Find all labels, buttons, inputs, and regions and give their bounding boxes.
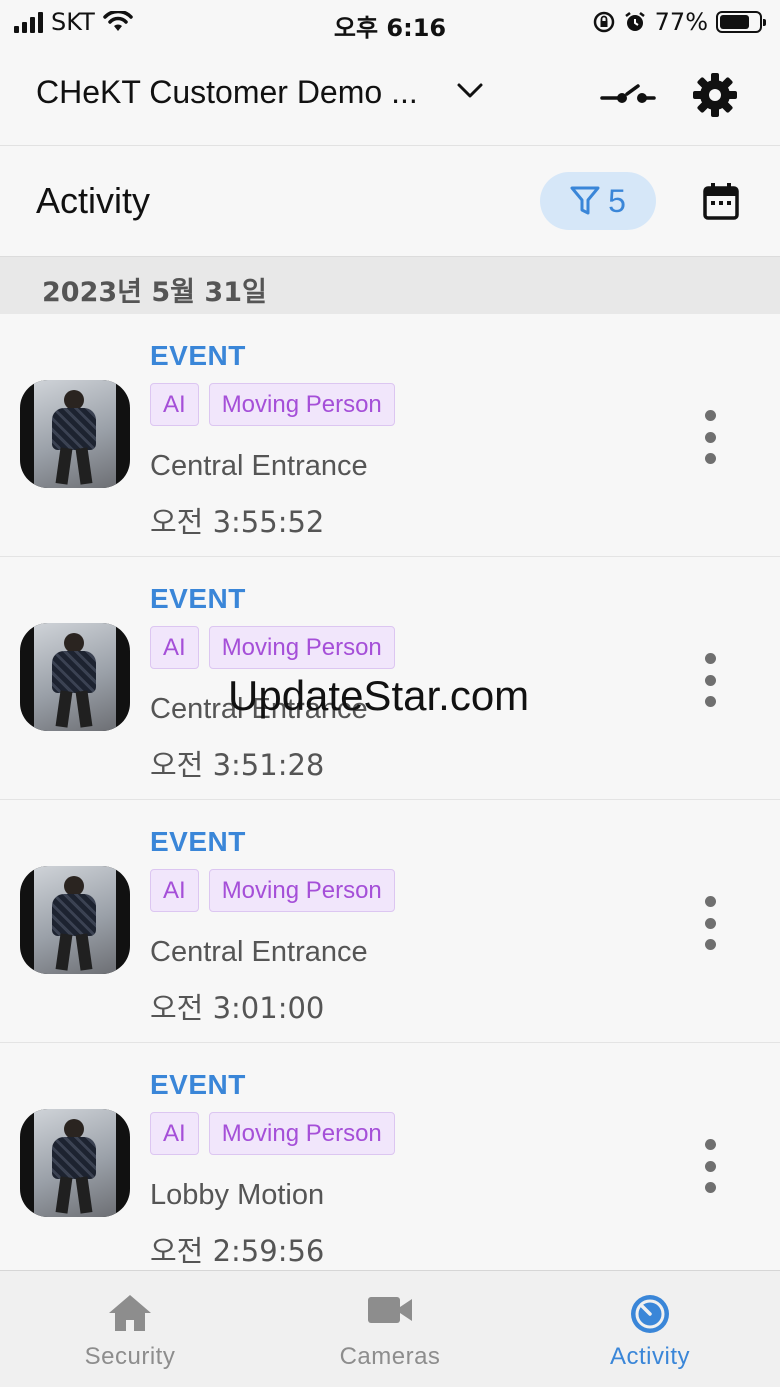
event-time: 오전 2:59:56 xyxy=(150,1234,325,1268)
event-tags: AI Moving Person xyxy=(150,383,395,426)
more-options-icon[interactable] xyxy=(694,1139,726,1193)
event-row[interactable]: EVENT AI Moving Person Central Entrance … xyxy=(0,314,780,557)
tag-moving-person: Moving Person xyxy=(208,626,395,669)
status-bar: SKT 오후 6:16 77% xyxy=(0,0,780,44)
app-header: CHeKT Customer Demo ... xyxy=(0,44,780,146)
filter-count: 5 xyxy=(608,182,626,219)
tag-moving-person: Moving Person xyxy=(208,1112,395,1155)
filter-button[interactable]: 5 xyxy=(540,172,656,230)
camera-name: Central Entrance xyxy=(150,693,368,725)
tab-label: Activity xyxy=(609,1343,690,1370)
event-tags: AI Moving Person xyxy=(150,1112,395,1155)
tag-moving-person: Moving Person xyxy=(208,869,395,912)
event-type: EVENT xyxy=(150,1069,246,1100)
home-icon xyxy=(109,1295,151,1331)
chevron-down-icon[interactable] xyxy=(456,82,484,100)
gear-icon[interactable] xyxy=(692,72,738,118)
camera-name: Central Entrance xyxy=(150,450,368,482)
event-row[interactable]: EVENT AI Moving Person Central Entrance … xyxy=(0,800,780,1043)
battery-percent: 77% xyxy=(654,8,708,36)
tab-security[interactable]: Security xyxy=(0,1271,260,1387)
more-options-icon[interactable] xyxy=(694,896,726,950)
event-tags: AI Moving Person xyxy=(150,626,395,669)
event-row[interactable]: EVENT AI Moving Person Central Entrance … xyxy=(0,557,780,800)
tag-ai: AI xyxy=(150,1112,199,1155)
event-time: 오전 3:51:28 xyxy=(150,748,325,782)
tag-ai: AI xyxy=(150,383,199,426)
event-type: EVENT xyxy=(150,583,246,614)
tag-ai: AI xyxy=(150,869,199,912)
tab-cameras[interactable]: Cameras xyxy=(260,1271,520,1387)
more-options-icon[interactable] xyxy=(694,653,726,707)
tag-ai: AI xyxy=(150,626,199,669)
camera-name: Central Entrance xyxy=(150,936,368,968)
event-tags: AI Moving Person xyxy=(150,869,395,912)
filter-icon xyxy=(570,186,600,215)
orientation-lock-icon xyxy=(593,11,614,33)
tab-label: Security xyxy=(84,1343,176,1370)
link-icon[interactable] xyxy=(600,80,656,110)
camera-name: Lobby Motion xyxy=(150,1179,325,1211)
event-type: EVENT xyxy=(150,340,246,371)
event-type: EVENT xyxy=(150,826,246,857)
page-title: Activity xyxy=(36,180,151,221)
event-list: EVENT AI Moving Person Central Entrance … xyxy=(0,314,780,1286)
event-thumbnail[interactable] xyxy=(20,623,130,731)
more-options-icon[interactable] xyxy=(694,410,726,464)
activity-timer-icon xyxy=(631,1295,669,1333)
event-thumbnail[interactable] xyxy=(20,866,130,974)
event-thumbnail[interactable] xyxy=(20,380,130,488)
event-time: 오전 3:55:52 xyxy=(150,505,325,539)
tag-moving-person: Moving Person xyxy=(208,383,395,426)
status-right: 77% xyxy=(593,8,766,36)
battery-icon xyxy=(716,11,766,33)
tab-bar: Security Cameras Activity xyxy=(0,1270,780,1387)
tab-label: Cameras xyxy=(339,1343,441,1370)
event-row[interactable]: EVENT AI Moving Person Lobby Motion 오전 2… xyxy=(0,1043,780,1286)
tab-activity[interactable]: Activity xyxy=(520,1271,780,1387)
alarm-icon xyxy=(624,12,645,31)
event-time: 오전 3:01:00 xyxy=(150,991,325,1025)
event-thumbnail[interactable] xyxy=(20,1109,130,1217)
calendar-icon[interactable] xyxy=(702,182,740,222)
video-camera-icon xyxy=(368,1297,412,1323)
site-selector[interactable]: CHeKT Customer Demo ... xyxy=(36,74,418,111)
date-section-header: 2023년 5월 31일 xyxy=(0,256,780,314)
date-label: 2023년 5월 31일 xyxy=(42,277,267,308)
activity-toolbar: Activity 5 xyxy=(0,146,780,256)
